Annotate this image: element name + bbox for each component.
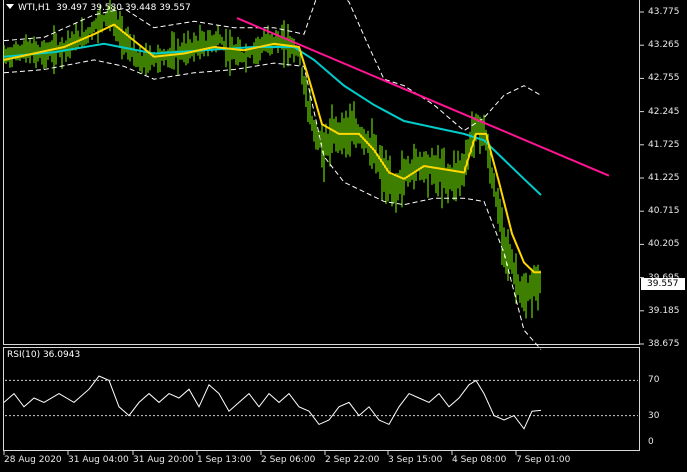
rsi-tick-label: 0 <box>648 437 654 447</box>
envelope-upper-line <box>3 0 542 132</box>
price-tick-label: 41.725 <box>648 139 680 150</box>
rsi-title: RSI(10) 36.0943 <box>7 350 81 360</box>
time-tick-label: 4 Sep 08:00 <box>452 455 507 465</box>
time-tick-label: 1 Sep 13:00 <box>197 455 252 465</box>
price-tick-label: 41.225 <box>648 173 680 183</box>
current-price-badge: 39.557 <box>641 278 685 290</box>
time-tick-label: 31 Aug 20:00 <box>133 455 194 465</box>
price-tick-label: 42.245 <box>648 106 680 117</box>
chart-title: WTI,H1 39.497 39.580 39.448 39.557 <box>6 3 191 13</box>
price-tick-label: 39.185 <box>648 305 680 316</box>
price-tick-label: 42.755 <box>648 73 680 84</box>
rsi-line <box>3 375 542 430</box>
rsi-tick-label: 30 <box>648 410 660 421</box>
time-tick-label: 2 Sep 06:00 <box>261 455 316 465</box>
trendline <box>236 17 610 177</box>
price-tick-label: 43.265 <box>648 40 680 51</box>
price-tick-label: 40.715 <box>648 206 680 217</box>
chart-plot[interactable] <box>0 0 687 472</box>
ohlc-values: 39.497 39.580 39.448 39.557 <box>56 3 191 13</box>
price-tick-label: 40.205 <box>648 239 680 250</box>
envelope-lower-line <box>3 59 542 350</box>
price-tick-label: 43.775 <box>648 7 680 17</box>
chart-window[interactable]: WTI,H1 39.497 39.580 39.448 39.557 RSI(1… <box>0 0 687 472</box>
time-tick-label: 2 Sep 22:00 <box>325 455 380 465</box>
price-tick-label: 38.675 <box>648 339 680 349</box>
rsi-tick-label: 70 <box>648 375 660 386</box>
time-tick-label: 28 Aug 2020 <box>4 455 62 465</box>
dropdown-triangle-icon[interactable] <box>6 4 14 9</box>
time-tick-label: 3 Sep 15:00 <box>388 455 443 465</box>
time-tick-label: 7 Sep 01:00 <box>516 455 571 465</box>
time-tick-label: 31 Aug 04:00 <box>68 455 129 465</box>
symbol-label: WTI,H1 <box>18 3 51 13</box>
